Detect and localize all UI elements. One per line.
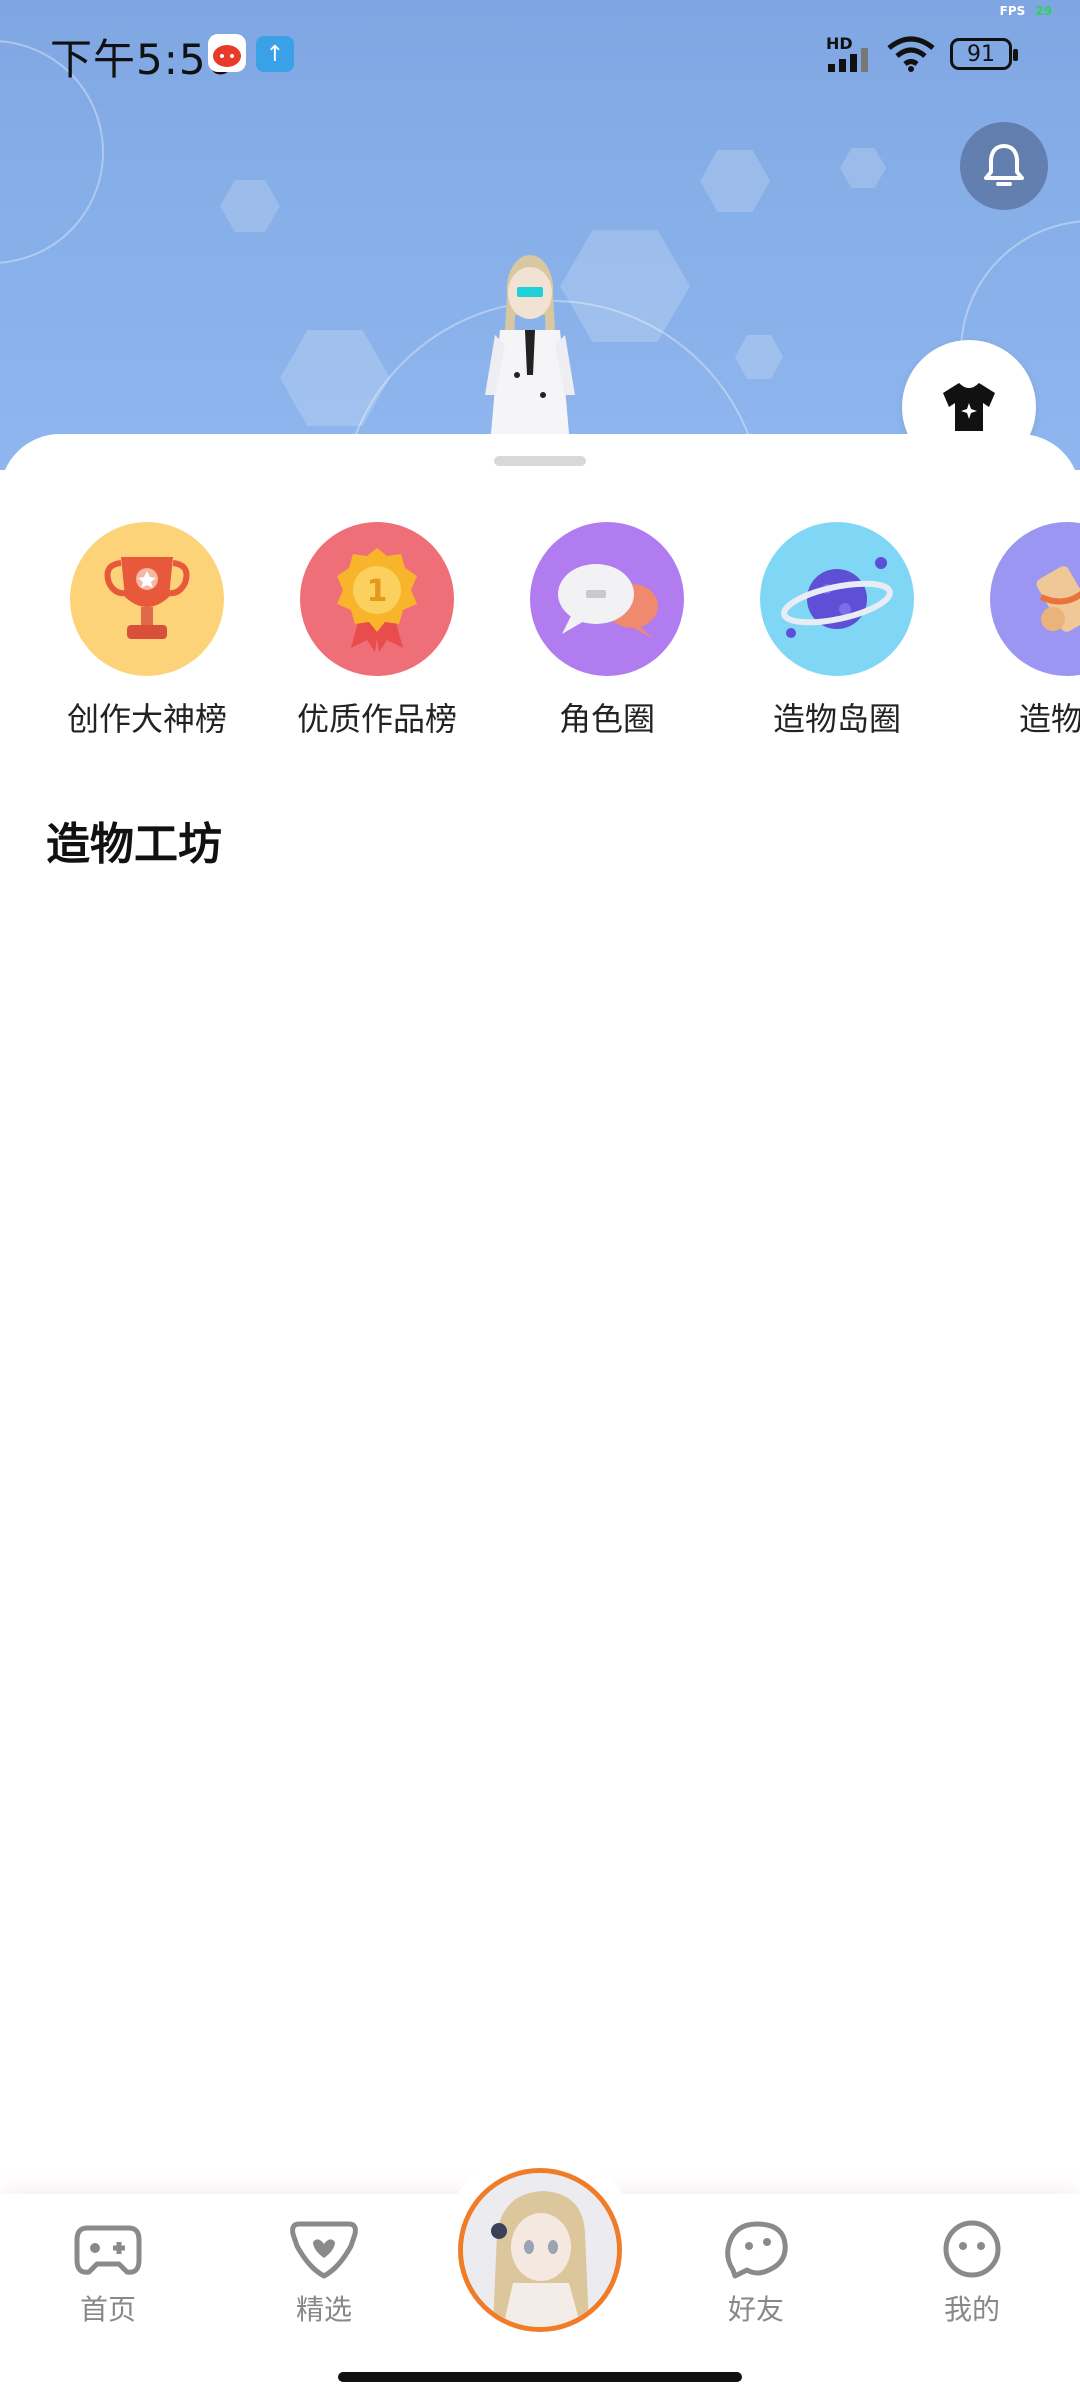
quick-link-creator-ranking[interactable]: 创作大神榜: [32, 522, 262, 740]
scroll-icon: [990, 522, 1080, 676]
decor-hex: [220, 180, 280, 232]
nav-label: 我的: [943, 2293, 1000, 2326]
drag-handle[interactable]: [494, 456, 586, 466]
content-sheet: 创作大神榜 1 优质作品榜 角色圈 造物岛圈 造物 造物工坊: [0, 434, 1080, 2194]
status-bar: 下午5:56 ↑ FPS 29 HD 91: [0, 0, 1080, 110]
home-indicator[interactable]: [338, 2372, 742, 2382]
svg-text:1: 1: [367, 574, 388, 609]
quick-link-label: 角色圈: [558, 700, 655, 738]
nav-label: 首页: [79, 2293, 136, 2326]
upload-app-icon: ↑: [256, 36, 294, 72]
chat-bubbles-icon: [530, 522, 684, 676]
section-title: 造物工坊: [46, 819, 222, 870]
nav-label: 精选: [295, 2293, 352, 2326]
decor-hex: [840, 148, 886, 188]
nav-friends[interactable]: 好友: [686, 2218, 826, 2328]
notification-button[interactable]: [960, 122, 1048, 210]
notification-app-icon: [208, 34, 246, 72]
planet-icon: [760, 522, 914, 676]
ghost-icon: [725, 2221, 788, 2279]
nav-center-avatar[interactable]: [458, 2168, 622, 2332]
decor-hex: [735, 335, 783, 379]
quick-link-label: 优质作品榜: [296, 700, 457, 738]
quick-link-island-circle[interactable]: 造物岛圈: [722, 522, 952, 740]
wifi-icon: [887, 36, 935, 72]
nav-home[interactable]: 首页: [38, 2218, 178, 2328]
decor-hex: [700, 150, 770, 212]
quick-link-label: 创作大神榜: [66, 700, 227, 738]
heart-badge-icon: [290, 2221, 358, 2279]
quick-link-role-circle[interactable]: 角色圈: [492, 522, 722, 740]
avatar: [463, 2173, 617, 2327]
nav-featured[interactable]: 精选: [254, 2218, 394, 2328]
quick-link-creator-guide[interactable]: 造物教: [952, 522, 1080, 740]
nav-label: 好友: [727, 2293, 784, 2326]
quick-link-quality-ranking[interactable]: 1 优质作品榜: [262, 522, 492, 740]
quick-links-row: 创作大神榜 1 优质作品榜 角色圈 造物岛圈 造物: [0, 522, 1080, 742]
signal-icon: [828, 48, 868, 72]
tshirt-icon: [943, 383, 995, 431]
face-icon: [943, 2220, 1001, 2278]
quick-link-label: 造物教: [1018, 700, 1080, 738]
battery-indicator: 91: [950, 38, 1018, 70]
bell-icon: [984, 144, 1024, 186]
nav-profile[interactable]: 我的: [902, 2218, 1042, 2328]
medal-icon: 1: [300, 522, 454, 676]
gamepad-icon: [74, 2225, 142, 2275]
status-time: 下午5:56: [50, 35, 235, 84]
quick-link-label: 造物岛圈: [772, 700, 901, 738]
fps-counter: FPS 29: [999, 4, 1052, 18]
trophy-icon: [70, 522, 224, 676]
